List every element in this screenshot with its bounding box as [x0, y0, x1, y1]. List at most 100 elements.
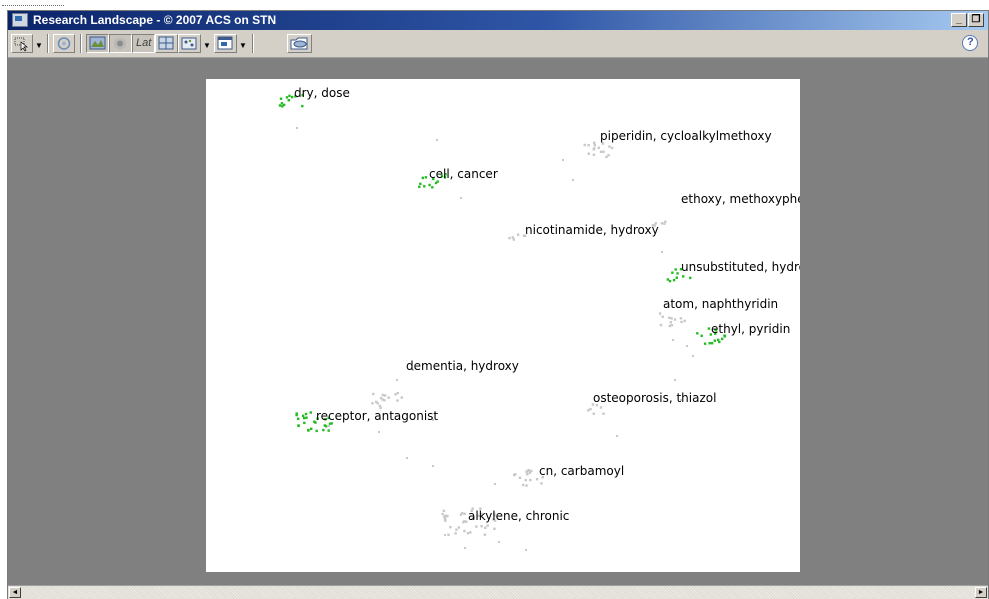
document-point[interactable]: [310, 427, 313, 430]
document-point[interactable]: [444, 514, 447, 518]
document-point[interactable]: [423, 185, 426, 188]
document-point[interactable]: [671, 271, 674, 274]
document-point[interactable]: [287, 99, 290, 102]
document-point[interactable]: [442, 509, 446, 512]
document-point[interactable]: [297, 417, 300, 420]
cluster-label[interactable]: receptor, antagonist: [316, 409, 438, 423]
document-point[interactable]: [659, 323, 663, 327]
document-point[interactable]: [394, 393, 397, 396]
document-point[interactable]: [325, 425, 328, 428]
document-point[interactable]: [673, 318, 677, 321]
scroll-right-arrow[interactable]: ►: [975, 587, 987, 598]
export-button[interactable]: [214, 34, 237, 53]
document-point[interactable]: [666, 278, 670, 281]
document-point[interactable]: [419, 182, 422, 185]
document-point[interactable]: [587, 409, 590, 412]
document-point[interactable]: [285, 96, 289, 99]
document-point[interactable]: [669, 321, 672, 324]
document-point[interactable]: [384, 394, 387, 397]
document-point[interactable]: [327, 429, 330, 432]
document-point[interactable]: [526, 473, 529, 476]
document-point[interactable]: [658, 312, 662, 315]
document-point[interactable]: [674, 268, 677, 271]
document-point[interactable]: [660, 222, 664, 225]
document-point[interactable]: [475, 525, 478, 528]
document-point[interactable]: [443, 518, 447, 521]
cluster-map-button[interactable]: [178, 34, 201, 53]
cluster-label[interactable]: ethyl, pyridin: [711, 322, 790, 336]
document-point[interactable]: [301, 414, 305, 417]
document-point[interactable]: [278, 104, 282, 107]
cluster-label[interactable]: osteoporosis, thiazol: [593, 391, 716, 405]
document-point[interactable]: [562, 159, 564, 161]
landscape-viewport[interactable]: dry, dose piperidin, cycloalkylmethoxy cel…: [8, 58, 988, 585]
document-point[interactable]: [280, 102, 284, 105]
open-folder-button[interactable]: [287, 34, 312, 53]
document-point[interactable]: [610, 146, 614, 150]
document-point[interactable]: [449, 526, 452, 529]
document-point[interactable]: [680, 320, 683, 324]
document-point[interactable]: [421, 176, 424, 180]
document-point[interactable]: [396, 391, 399, 395]
document-point[interactable]: [682, 275, 685, 278]
document-point[interactable]: [602, 150, 605, 153]
document-point[interactable]: [607, 154, 610, 157]
document-point[interactable]: [432, 465, 434, 467]
document-point[interactable]: [428, 183, 431, 187]
document-point[interactable]: [307, 428, 310, 432]
document-point[interactable]: [309, 411, 312, 414]
document-point[interactable]: [444, 534, 446, 536]
scrollbar-track[interactable]: [21, 587, 975, 598]
document-point[interactable]: [672, 278, 676, 282]
refresh-button[interactable]: [53, 34, 75, 53]
document-point[interactable]: [514, 473, 517, 476]
select-tool-button[interactable]: [11, 34, 33, 53]
document-point[interactable]: [540, 482, 543, 485]
document-point[interactable]: [602, 412, 605, 415]
document-point[interactable]: [530, 469, 533, 473]
document-point[interactable]: [304, 412, 308, 416]
restore-button[interactable]: ❐: [968, 13, 984, 27]
document-point[interactable]: [686, 345, 688, 347]
export-dropdown-icon[interactable]: ▼: [239, 42, 247, 50]
landscape-view-button[interactable]: [86, 34, 109, 53]
document-point[interactable]: [305, 416, 308, 419]
grid-view-button[interactable]: [155, 34, 178, 53]
document-point[interactable]: [480, 525, 483, 528]
document-point[interactable]: [295, 412, 298, 415]
title-bar[interactable]: Research Landscape - © 2007 ACS on STN _…: [8, 11, 988, 30]
scroll-left-arrow[interactable]: ◄: [9, 587, 21, 598]
document-point[interactable]: [511, 236, 514, 239]
document-point[interactable]: [484, 526, 487, 529]
document-point[interactable]: [616, 435, 618, 437]
document-point[interactable]: [717, 338, 720, 342]
document-point[interactable]: [713, 339, 716, 342]
document-point[interactable]: [597, 146, 600, 149]
document-point[interactable]: [441, 512, 444, 516]
document-point[interactable]: [670, 317, 673, 320]
document-point[interactable]: [315, 429, 318, 433]
document-point[interactable]: [483, 533, 487, 536]
document-point[interactable]: [457, 526, 460, 529]
document-point[interactable]: [387, 396, 390, 399]
document-point[interactable]: [463, 512, 466, 515]
document-point[interactable]: [525, 484, 528, 487]
document-point[interactable]: [431, 186, 434, 189]
document-point[interactable]: [668, 279, 672, 283]
cluster-label[interactable]: ethoxy, methoxyphenyl: [681, 192, 800, 206]
cluster-label[interactable]: alkylene, chronic: [468, 509, 569, 523]
document-point[interactable]: [589, 407, 592, 411]
cluster-label[interactable]: nicotinamide, hydroxy: [525, 223, 659, 237]
cluster-label[interactable]: dry, dose: [294, 86, 350, 100]
document-point[interactable]: [521, 483, 525, 487]
document-point[interactable]: [592, 412, 595, 415]
minimize-button[interactable]: _: [951, 13, 967, 27]
document-point[interactable]: [700, 334, 703, 337]
document-point[interactable]: [493, 527, 496, 530]
contour-view-button[interactable]: [109, 34, 132, 53]
help-button[interactable]: ?: [962, 35, 978, 51]
document-point[interactable]: [434, 181, 438, 185]
document-point[interactable]: [383, 399, 386, 402]
document-point[interactable]: [303, 416, 306, 420]
cluster-label[interactable]: unsubstituted, hydrogen: [681, 260, 800, 274]
